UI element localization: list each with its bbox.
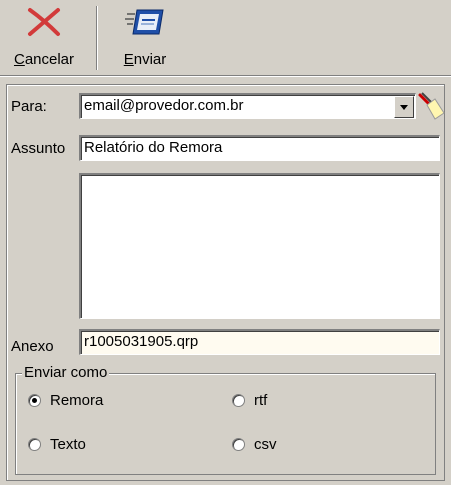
attachment-value: r1005031905.qrp <box>84 333 199 350</box>
flashlight-icon[interactable] <box>417 91 445 121</box>
radio-texto[interactable]: Texto <box>28 434 86 454</box>
subject-label: Assunto <box>11 140 66 157</box>
radio-remora[interactable]: Remora <box>28 390 103 410</box>
radio-rtf-label: rtf <box>254 391 268 409</box>
red-x-icon <box>28 8 60 36</box>
attachment-input[interactable]: r1005031905.qrp <box>79 329 440 355</box>
email-form-panel: Para: email@provedor.com.br Assunto Rela… <box>6 84 445 481</box>
send-button[interactable]: Enviar <box>106 4 184 72</box>
send-as-group: Enviar como Remora rtf Texto csv <box>15 364 436 475</box>
radio-remora-circle <box>28 393 41 407</box>
radio-texto-circle <box>28 437 41 451</box>
chevron-down-icon[interactable] <box>394 96 414 118</box>
radio-rtf[interactable]: rtf <box>232 390 267 410</box>
subject-value: Relatório do Remora <box>84 139 223 156</box>
send-button-label: Enviar <box>123 51 167 68</box>
radio-csv-circle <box>232 437 245 451</box>
send-mail-icon <box>125 9 164 35</box>
toolbar-separator <box>96 6 98 70</box>
cancel-button[interactable]: Cancelar <box>2 4 86 72</box>
radio-csv-label: csv <box>254 435 277 453</box>
to-value: email@provedor.com.br <box>84 97 244 114</box>
to-dropdown[interactable]: email@provedor.com.br <box>79 93 416 119</box>
message-body-textarea[interactable] <box>79 173 440 319</box>
radio-csv[interactable]: csv <box>232 434 277 454</box>
to-label: Para: <box>11 98 47 115</box>
radio-remora-label: Remora <box>50 391 104 409</box>
subject-input[interactable]: Relatório do Remora <box>79 135 440 161</box>
send-as-title: Enviar como <box>22 364 110 381</box>
toolbar: Cancelar Enviar <box>0 0 451 76</box>
radio-rtf-circle <box>232 393 245 407</box>
radio-texto-label: Texto <box>50 435 86 453</box>
attachment-label: Anexo <box>11 338 54 355</box>
cancel-button-label: Cancelar <box>13 51 75 68</box>
